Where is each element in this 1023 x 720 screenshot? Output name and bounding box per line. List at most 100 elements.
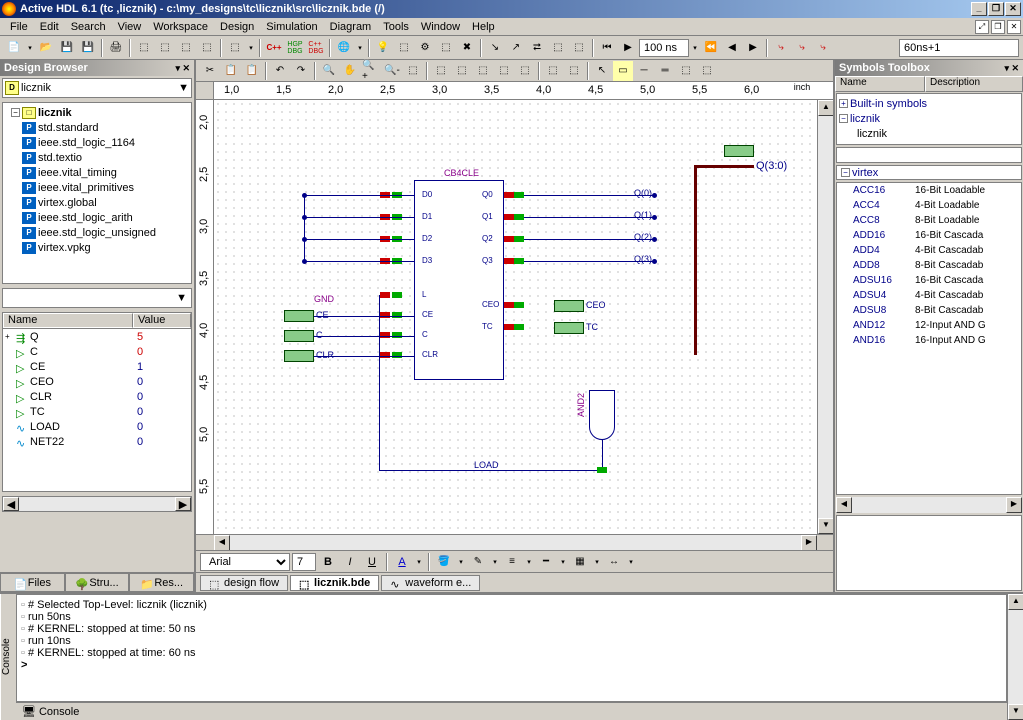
symbol-item-AND12[interactable]: AND1212-Input AND G — [837, 318, 1021, 333]
tree-item-ieee-std_logic_1164[interactable]: Pieee.std_logic_1164 — [5, 135, 189, 150]
tree-item-ieee-vital_timing[interactable]: Pieee.vital_timing — [5, 165, 189, 180]
symbols-tree[interactable]: +Built-in symbols −licznik licznik — [836, 93, 1022, 145]
port-in-CE[interactable] — [284, 310, 314, 322]
block-drop[interactable]: ▾ — [246, 38, 256, 58]
time-drop[interactable]: ▾ — [690, 38, 700, 58]
symbol-item-ADSU4[interactable]: ADSU44-Bit Cascadab — [837, 288, 1021, 303]
symbol-item-ACC4[interactable]: ACC44-Bit Loadable — [837, 198, 1021, 213]
d8-button[interactable]: ⬚ — [676, 61, 696, 81]
signal-row-TC[interactable]: ▷TC0 — [3, 404, 191, 419]
d6-button[interactable]: ⬚ — [543, 61, 563, 81]
d2-button[interactable]: ⬚ — [452, 61, 472, 81]
menu-search[interactable]: Search — [65, 20, 112, 34]
menu-tools[interactable]: Tools — [377, 20, 415, 34]
save-button[interactable]: 💾 — [57, 38, 77, 58]
menu-view[interactable]: View — [112, 20, 148, 34]
italic-button[interactable]: I — [340, 552, 360, 572]
d1-button[interactable]: ⬚ — [431, 61, 451, 81]
mdi-expand-icon[interactable]: ⤢ — [975, 20, 989, 34]
signal-row-Q[interactable]: +⇶Q5 — [3, 329, 191, 344]
sym-cat-virtex[interactable]: −virtex — [836, 165, 1022, 180]
panel-close-icon[interactable]: ▾ ✕ — [1004, 63, 1019, 74]
tree-item-std-standard[interactable]: Pstd.standard — [5, 120, 189, 135]
paste-button[interactable]: 📋 — [242, 61, 262, 81]
panel-close-icon[interactable]: ▾ ✕ — [175, 63, 190, 74]
component-and2[interactable] — [589, 390, 615, 440]
dbg1-button[interactable]: HGPDBG — [285, 38, 305, 58]
dbg2-button[interactable]: C++DBG — [306, 38, 326, 58]
arrow-button[interactable]: ↔ — [604, 552, 624, 572]
symbols-hscroll[interactable]: ◀▶ — [836, 497, 1022, 513]
menu-help[interactable]: Help — [466, 20, 501, 34]
port-in-C[interactable] — [284, 330, 314, 342]
symbol-item-ACC8[interactable]: ACC88-Bit Loadable — [837, 213, 1021, 228]
tree-item-ieee-vital_primitives[interactable]: Pieee.vital_primitives — [5, 180, 189, 195]
time-input[interactable] — [639, 39, 689, 57]
tab-licznik-bde[interactable]: ⬚licznik.bde — [290, 575, 379, 591]
menu-file[interactable]: File — [4, 20, 34, 34]
tab-waveform[interactable]: ∿waveform e... — [381, 575, 480, 591]
undo-button[interactable]: ↶ — [270, 61, 290, 81]
zoomout-button[interactable]: 🔍- — [382, 61, 402, 81]
sim5-button[interactable]: ⬚ — [569, 38, 589, 58]
tbx4-button[interactable]: ✖ — [457, 38, 477, 58]
symbols-filter-input[interactable] — [836, 147, 1022, 163]
tree-item-ieee-std_logic_arith[interactable]: Pieee.std_logic_arith — [5, 210, 189, 225]
left-hscroll[interactable]: ◀▶ — [2, 496, 192, 512]
sim4-button[interactable]: ⬚ — [548, 38, 568, 58]
menu-edit[interactable]: Edit — [34, 20, 65, 34]
menu-workspace[interactable]: Workspace — [147, 20, 214, 34]
block-cat-button[interactable]: ⬚ — [225, 38, 245, 58]
menu-window[interactable]: Window — [415, 20, 466, 34]
print-button[interactable]: 🖨 — [106, 38, 126, 58]
console-output[interactable]: # Selected Top-Level: licznik (licznik)r… — [16, 594, 1007, 702]
tb-b-button[interactable]: ⬚ — [155, 38, 175, 58]
symbol-item-ACC16[interactable]: ACC1616-Bit Loadable — [837, 183, 1021, 198]
open-button[interactable]: 📂 — [36, 38, 56, 58]
line-width-button[interactable]: ≡ — [502, 552, 522, 572]
tb-c-button[interactable]: ⬚ — [176, 38, 196, 58]
sym-cat-builtin[interactable]: +Built-in symbols — [839, 96, 1019, 111]
canvas-vscroll[interactable]: ▲▼ — [817, 100, 833, 534]
bold-button[interactable]: B — [318, 552, 338, 572]
stepfwd-button[interactable]: ▶ — [743, 38, 763, 58]
zoom-button[interactable]: 🔍 — [319, 61, 339, 81]
tbx2-button[interactable]: ⚙ — [415, 38, 435, 58]
design-tree[interactable]: −□licznikPstd.standardPieee.std_logic_11… — [2, 102, 192, 284]
underline-button[interactable]: U — [362, 552, 382, 572]
mdi-restore-icon[interactable]: ❐ — [991, 20, 1005, 34]
stepback-button[interactable]: ◀ — [722, 38, 742, 58]
d4-button[interactable]: ⬚ — [494, 61, 514, 81]
symbol-item-ADD4[interactable]: ADD44-Bit Cascadab — [837, 243, 1021, 258]
signal-row-LOAD[interactable]: ∿LOAD0 — [3, 419, 191, 434]
tree-item-licznik[interactable]: −□licznik — [5, 105, 189, 120]
symbol-item-ADSU16[interactable]: ADSU1616-Bit Cascada — [837, 273, 1021, 288]
schematic-canvas[interactable]: CB4CLED0D1D2D3LCECCLRQ0Q1Q2Q3CEOTCCECCLR… — [214, 100, 817, 534]
compile-button[interactable]: C++ — [264, 38, 284, 58]
menu-simulation[interactable]: Simulation — [260, 20, 323, 34]
signal-row-C[interactable]: ▷C0 — [3, 344, 191, 359]
close-button[interactable]: ✕ — [1005, 2, 1021, 16]
tb-a-button[interactable]: ⬚ — [134, 38, 154, 58]
d3-button[interactable]: ⬚ — [473, 61, 493, 81]
tree-item-std-textio[interactable]: Pstd.textio — [5, 150, 189, 165]
d7-button[interactable]: ⬚ — [564, 61, 584, 81]
symbol-item-ADSU8[interactable]: ADSU88-Bit Cascadab — [837, 303, 1021, 318]
console-side-tab[interactable]: Console — [0, 594, 16, 720]
signal-row-CE[interactable]: ▷CE1 — [3, 359, 191, 374]
tree-item-virtex-vpkg[interactable]: Pvirtex.vpkg — [5, 240, 189, 255]
menu-diagram[interactable]: Diagram — [324, 20, 378, 34]
new-button[interactable]: 📄 — [4, 38, 24, 58]
menu-design[interactable]: Design — [214, 20, 260, 34]
saveall-button[interactable]: 💾 — [78, 38, 98, 58]
zfit-button[interactable]: ⬚ — [403, 61, 423, 81]
symbol-item-ADD16[interactable]: ADD1616-Bit Cascada — [837, 228, 1021, 243]
tb-d-button[interactable]: ⬚ — [197, 38, 217, 58]
sim3-button[interactable]: ⮂ — [527, 38, 547, 58]
font-color-drop[interactable]: ▾ — [414, 552, 424, 572]
line-color-button[interactable]: ✎ — [468, 552, 488, 572]
restart-button[interactable]: ⏮ — [597, 38, 617, 58]
sim2-button[interactable]: ↗ — [506, 38, 526, 58]
font-select[interactable]: Arial — [200, 553, 290, 571]
trace1-button[interactable]: ⤷ — [771, 38, 791, 58]
